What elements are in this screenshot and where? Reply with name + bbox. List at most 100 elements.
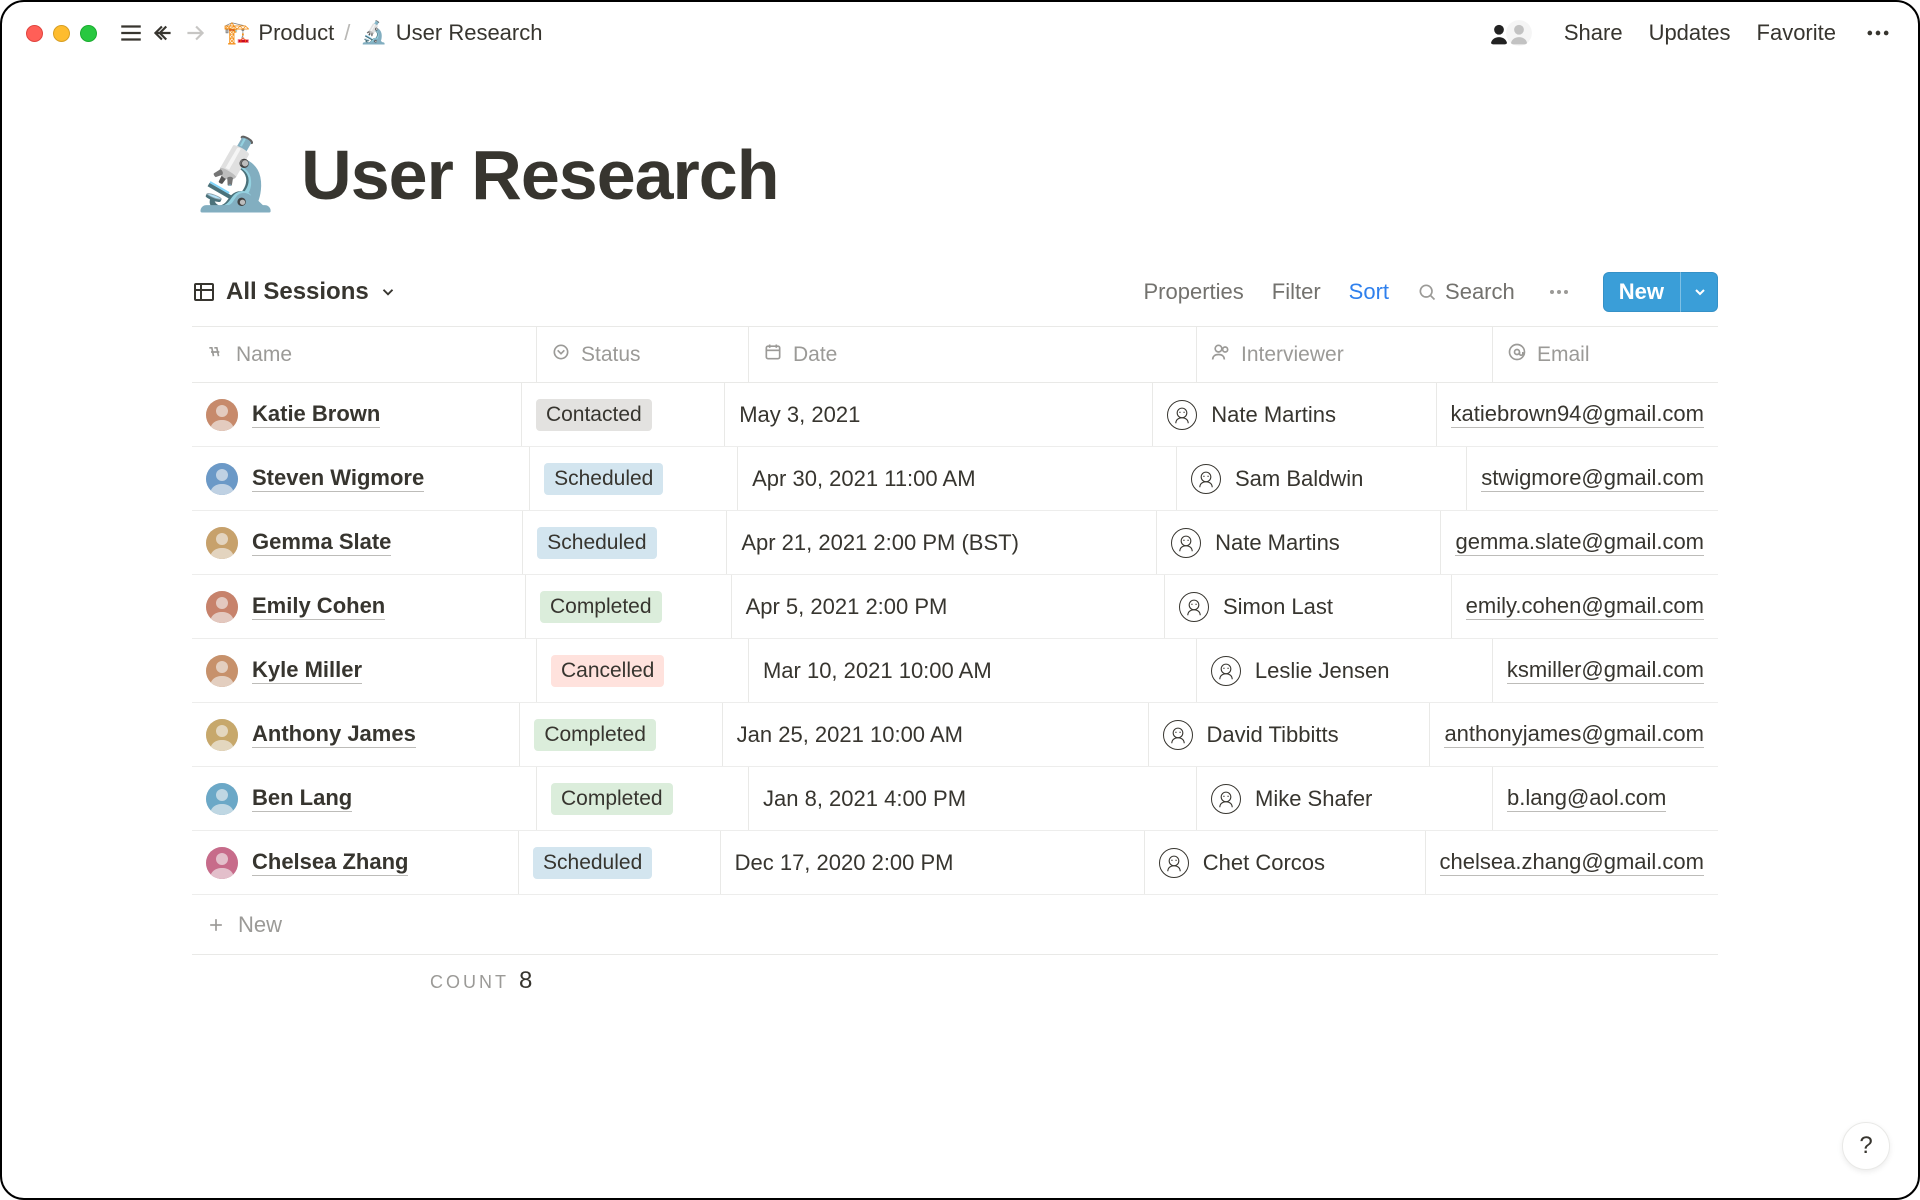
email-cell[interactable]: ksmiller@gmail.com: [1507, 657, 1704, 684]
email-cell[interactable]: emily.cohen@gmail.com: [1466, 593, 1704, 620]
column-header-interviewer[interactable]: Interviewer: [1196, 327, 1492, 382]
person-property-icon: [1211, 342, 1231, 368]
new-button-dropdown[interactable]: [1680, 272, 1718, 312]
status-badge[interactable]: Contacted: [536, 399, 652, 431]
page-more-icon[interactable]: [1862, 17, 1894, 49]
column-header-name[interactable]: Name: [192, 342, 536, 368]
date-cell[interactable]: Apr 5, 2021 2:00 PM: [746, 594, 948, 620]
status-badge[interactable]: Completed: [540, 591, 662, 623]
share-button[interactable]: Share: [1564, 20, 1623, 46]
status-badge[interactable]: Cancelled: [551, 655, 664, 687]
email-cell[interactable]: b.lang@aol.com: [1507, 785, 1666, 812]
table-row[interactable]: Katie Brown Contacted May 3, 2021 Nate Mart…: [192, 383, 1718, 447]
row-title[interactable]: Katie Brown: [252, 401, 380, 428]
minimize-window-button[interactable]: [53, 25, 70, 42]
row-title[interactable]: Kyle Miller: [252, 657, 362, 684]
status-badge[interactable]: Scheduled: [537, 527, 656, 559]
table-row[interactable]: Kyle Miller Cancelled Mar 10, 2021 10:00 A…: [192, 639, 1718, 703]
table-icon: [192, 280, 216, 304]
favorite-button[interactable]: Favorite: [1757, 20, 1836, 46]
row-title[interactable]: Ben Lang: [252, 785, 352, 812]
window-controls: [26, 25, 97, 42]
count-value: 8: [519, 967, 532, 995]
search-icon: [1417, 282, 1437, 302]
row-title[interactable]: Emily Cohen: [252, 593, 385, 620]
page-emoji-icon[interactable]: 🔬: [192, 134, 279, 216]
close-window-button[interactable]: [26, 25, 43, 42]
zoom-window-button[interactable]: [80, 25, 97, 42]
row-title[interactable]: Chelsea Zhang: [252, 849, 408, 876]
add-row-label: New: [238, 912, 282, 938]
view-more-icon[interactable]: [1543, 276, 1575, 308]
view-selector[interactable]: All Sessions: [192, 278, 397, 306]
sidebar-toggle-icon[interactable]: [115, 17, 147, 49]
row-avatar: [206, 847, 238, 879]
new-button[interactable]: New: [1603, 272, 1718, 312]
date-cell[interactable]: Mar 10, 2021 10:00 AM: [763, 658, 992, 684]
breadcrumb-current-label: User Research: [396, 20, 543, 46]
table-row[interactable]: Chelsea Zhang Scheduled Dec 17, 2020 2:00 …: [192, 831, 1718, 895]
interviewer-avatar: [1179, 592, 1209, 622]
interviewer-name[interactable]: Nate Martins: [1215, 530, 1340, 556]
sort-button[interactable]: Sort: [1349, 279, 1389, 305]
search-button[interactable]: Search: [1417, 279, 1515, 305]
table-row[interactable]: Steven Wigmore Scheduled Apr 30, 2021 11:0…: [192, 447, 1718, 511]
row-title[interactable]: Gemma Slate: [252, 529, 391, 556]
breadcrumb-parent-label: Product: [258, 20, 334, 46]
status-badge[interactable]: Completed: [551, 783, 673, 815]
date-cell[interactable]: May 3, 2021: [739, 402, 860, 428]
row-title[interactable]: Anthony James: [252, 721, 416, 748]
table-row[interactable]: Emily Cohen Completed Apr 5, 2021 2:00 PM S…: [192, 575, 1718, 639]
column-header-date[interactable]: Date: [748, 327, 1196, 382]
interviewer-name[interactable]: Nate Martins: [1211, 402, 1336, 428]
email-cell[interactable]: gemma.slate@gmail.com: [1455, 529, 1704, 556]
status-badge[interactable]: Scheduled: [533, 847, 652, 879]
interviewer-avatar: [1211, 656, 1241, 686]
interviewer-name[interactable]: Mike Shafer: [1255, 786, 1372, 812]
interviewer-name[interactable]: Leslie Jensen: [1255, 658, 1390, 684]
interviewer-avatar: [1167, 400, 1197, 430]
table-row[interactable]: Anthony James Completed Jan 25, 2021 10:00…: [192, 703, 1718, 767]
date-cell[interactable]: Apr 30, 2021 11:00 AM: [752, 466, 975, 492]
email-cell[interactable]: stwigmore@gmail.com: [1481, 465, 1704, 492]
nav-back-button[interactable]: [147, 17, 179, 49]
date-cell[interactable]: Apr 21, 2021 2:00 PM (BST): [741, 530, 1019, 556]
table-row[interactable]: Ben Lang Completed Jan 8, 2021 4:00 PM Mike…: [192, 767, 1718, 831]
row-count[interactable]: COUNT 8: [430, 967, 532, 995]
updates-button[interactable]: Updates: [1649, 20, 1731, 46]
interviewer-avatar: [1163, 720, 1193, 750]
date-cell[interactable]: Jan 25, 2021 10:00 AM: [737, 722, 963, 748]
presence-avatars[interactable]: [1484, 18, 1534, 48]
interviewer-name[interactable]: David Tibbitts: [1207, 722, 1339, 748]
plus-icon: [206, 915, 226, 935]
breadcrumb-parent[interactable]: 🏗️ Product: [223, 20, 334, 46]
add-row-button[interactable]: New: [192, 895, 1718, 955]
breadcrumb-current[interactable]: 🔬 User Research: [360, 20, 542, 46]
nav-forward-button[interactable]: [179, 17, 211, 49]
email-cell[interactable]: katiebrown94@gmail.com: [1451, 401, 1704, 428]
page-title[interactable]: User Research: [301, 135, 778, 215]
status-badge[interactable]: Completed: [534, 719, 656, 751]
crane-icon: 🏗️: [223, 20, 250, 46]
interviewer-avatar: [1159, 848, 1189, 878]
page-header: 🔬 User Research: [192, 134, 1718, 216]
date-cell[interactable]: Jan 8, 2021 4:00 PM: [763, 786, 966, 812]
interviewer-name[interactable]: Chet Corcos: [1203, 850, 1325, 876]
filter-button[interactable]: Filter: [1272, 279, 1321, 305]
interviewer-name[interactable]: Sam Baldwin: [1235, 466, 1363, 492]
date-cell[interactable]: Dec 17, 2020 2:00 PM: [735, 850, 954, 876]
email-cell[interactable]: chelsea.zhang@gmail.com: [1440, 849, 1704, 876]
status-badge[interactable]: Scheduled: [544, 463, 663, 495]
row-avatar: [206, 527, 238, 559]
column-header-status[interactable]: Status: [536, 327, 748, 382]
breadcrumb: 🏗️ Product / 🔬 User Research: [223, 20, 542, 46]
email-property-icon: [1507, 342, 1527, 368]
help-button[interactable]: ?: [1842, 1122, 1890, 1170]
table-row[interactable]: Gemma Slate Scheduled Apr 21, 2021 2:00 PM…: [192, 511, 1718, 575]
row-title[interactable]: Steven Wigmore: [252, 465, 424, 492]
interviewer-name[interactable]: Simon Last: [1223, 594, 1333, 620]
properties-button[interactable]: Properties: [1144, 279, 1244, 305]
new-button-label: New: [1603, 279, 1680, 305]
email-cell[interactable]: anthonyjames@gmail.com: [1444, 721, 1704, 748]
column-header-email[interactable]: Email: [1492, 327, 1718, 382]
